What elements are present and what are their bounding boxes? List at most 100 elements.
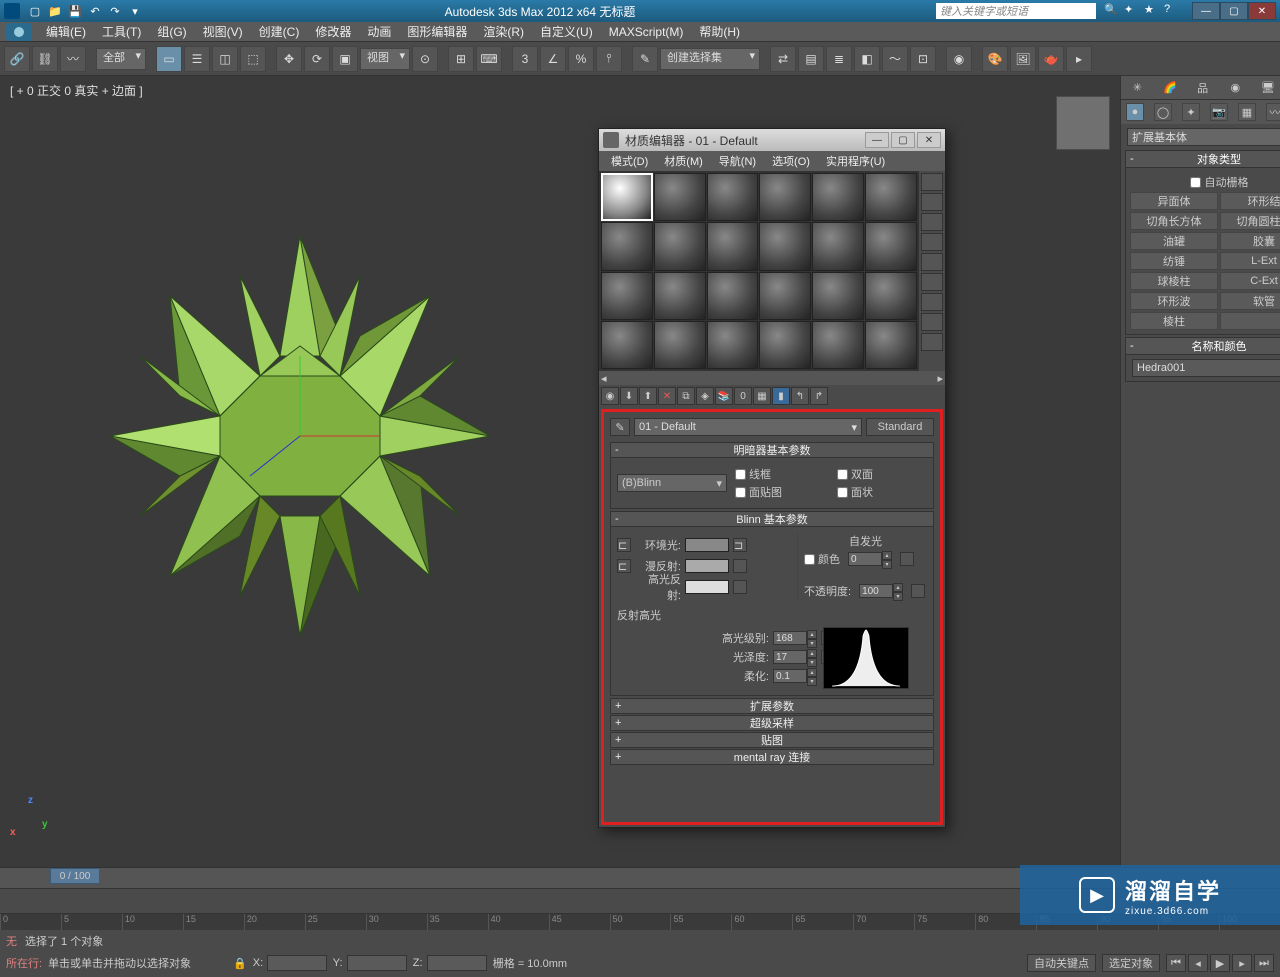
- close-button[interactable]: ✕: [1248, 2, 1276, 20]
- render-prod-icon[interactable]: ▸: [1066, 46, 1092, 72]
- favorites-icon[interactable]: ★: [1144, 3, 1160, 19]
- autogrid-checkbox[interactable]: [1190, 177, 1201, 188]
- rollout-supersampling[interactable]: +超级采样: [610, 715, 934, 731]
- menu-rendering[interactable]: 渲染(R): [475, 23, 532, 40]
- material-type-button[interactable]: Standard: [866, 418, 934, 436]
- facemap-checkbox[interactable]: [735, 487, 746, 498]
- material-slot-4[interactable]: [759, 173, 811, 221]
- schematic-view-icon[interactable]: ⊡: [910, 46, 936, 72]
- mat-map-nav-icon[interactable]: [921, 333, 943, 351]
- me-maximize-button[interactable]: ▢: [891, 132, 915, 148]
- viewport[interactable]: [ + 0 正交 0 真实 + 边面 ]: [0, 76, 1120, 867]
- material-slot-23[interactable]: [812, 321, 864, 369]
- move-icon[interactable]: ✥: [276, 46, 302, 72]
- menu-animation[interactable]: 动画: [359, 23, 399, 40]
- two-sided-checkbox[interactable]: [837, 469, 848, 480]
- sample-scrollbar[interactable]: ◂▸: [599, 371, 945, 385]
- menu-customize[interactable]: 自定义(U): [532, 23, 601, 40]
- bind-spacewarp-icon[interactable]: 〰: [60, 46, 86, 72]
- object-name-input[interactable]: [1132, 359, 1280, 377]
- curve-editor-icon[interactable]: 〜: [882, 46, 908, 72]
- keyboard-shortcut-icon[interactable]: ⌨: [476, 46, 502, 72]
- primitive-capsule[interactable]: 胶囊: [1220, 232, 1280, 250]
- material-slot-1[interactable]: [601, 173, 653, 221]
- rollout-extended-params[interactable]: +扩展参数: [610, 698, 934, 714]
- glossiness-spinner[interactable]: [773, 650, 807, 664]
- menu-help[interactable]: 帮助(H): [691, 23, 748, 40]
- search-icon[interactable]: 🔍: [1104, 3, 1120, 19]
- select-manipulate-icon[interactable]: ⊞: [448, 46, 474, 72]
- make-unique-icon[interactable]: ◈: [696, 387, 714, 405]
- material-editor-icon[interactable]: ◉: [946, 46, 972, 72]
- menu-create[interactable]: 创建(C): [251, 23, 308, 40]
- material-slot-18[interactable]: [865, 272, 917, 320]
- motion-tab-icon[interactable]: ◉: [1226, 79, 1244, 97]
- material-slot-17[interactable]: [812, 272, 864, 320]
- help-search-input[interactable]: 键入关键字或短语: [936, 3, 1096, 19]
- wire-checkbox[interactable]: [735, 469, 746, 480]
- material-slot-5[interactable]: [812, 173, 864, 221]
- backlight-icon[interactable]: [921, 193, 943, 211]
- primitive-torusknot[interactable]: 环形结: [1220, 192, 1280, 210]
- make-copy-icon[interactable]: ⧉: [677, 387, 695, 405]
- edit-named-sel-icon[interactable]: ✎: [632, 46, 658, 72]
- cameras-tab-icon[interactable]: 📷: [1210, 103, 1228, 121]
- viewport-object-hedra[interactable]: [80, 216, 520, 656]
- scale-icon[interactable]: ▣: [332, 46, 358, 72]
- soften-spinner[interactable]: [773, 669, 807, 683]
- align-icon[interactable]: ▤: [798, 46, 824, 72]
- spinner-down-icon[interactable]: ▾: [882, 560, 892, 569]
- new-icon[interactable]: ▢: [26, 3, 44, 19]
- hierarchy-tab-icon[interactable]: 品: [1194, 79, 1212, 97]
- qa-dropdown-icon[interactable]: ▾: [126, 3, 144, 19]
- menu-maxscript[interactable]: MAXScript(M): [601, 25, 692, 39]
- material-slot-20[interactable]: [654, 321, 706, 369]
- minimize-button[interactable]: —: [1192, 2, 1220, 20]
- selected-filter-button[interactable]: 选定对象: [1102, 954, 1160, 972]
- faceted-checkbox[interactable]: [837, 487, 848, 498]
- percent-snap-icon[interactable]: %: [568, 46, 594, 72]
- select-by-mat-icon[interactable]: [921, 313, 943, 331]
- put-to-library-icon[interactable]: 📚: [715, 387, 733, 405]
- undo-icon[interactable]: ↶: [86, 3, 104, 19]
- primitive-spindle[interactable]: 纺锤: [1130, 252, 1218, 270]
- me-close-button[interactable]: ✕: [917, 132, 941, 148]
- create-tab-icon[interactable]: ✳: [1128, 79, 1146, 97]
- specular-map-button[interactable]: [733, 580, 747, 594]
- primitive-hose[interactable]: 软管: [1220, 292, 1280, 310]
- diffuse-color-swatch[interactable]: [685, 559, 729, 573]
- material-slot-15[interactable]: [707, 272, 759, 320]
- coord-x-input[interactable]: [267, 955, 327, 971]
- time-slider-handle[interactable]: 0 / 100: [50, 868, 100, 884]
- diffuse-map-button[interactable]: [733, 559, 747, 573]
- selection-filter-select[interactable]: 全部: [96, 48, 146, 70]
- me-menu-options[interactable]: 选项(O): [764, 153, 818, 169]
- material-slot-19[interactable]: [601, 321, 653, 369]
- primitive-gengon[interactable]: 球棱柱: [1130, 272, 1218, 290]
- save-icon[interactable]: 💾: [66, 3, 84, 19]
- prev-frame-icon[interactable]: ◂: [1188, 954, 1208, 972]
- sample-type-icon[interactable]: [921, 173, 943, 191]
- ambient-diffuse-lock-icon[interactable]: ⊏: [617, 538, 631, 552]
- next-frame-icon[interactable]: ▸: [1232, 954, 1252, 972]
- background-icon[interactable]: [921, 213, 943, 231]
- primitive-oiltank[interactable]: 油罐: [1130, 232, 1218, 250]
- pick-material-icon[interactable]: ✎: [610, 418, 630, 436]
- render-frame-icon[interactable]: 🖼: [1010, 46, 1036, 72]
- me-menu-utilities[interactable]: 实用程序(U): [818, 153, 893, 169]
- graphite-icon[interactable]: ◧: [854, 46, 880, 72]
- app-menu-icon[interactable]: [6, 23, 32, 41]
- primitive-cext[interactable]: C-Ext: [1220, 272, 1280, 290]
- goto-end-icon[interactable]: ⏭: [1254, 954, 1274, 972]
- rotate-icon[interactable]: ⟳: [304, 46, 330, 72]
- layer-manager-icon[interactable]: ≣: [826, 46, 852, 72]
- get-material-icon[interactable]: ◉: [601, 387, 619, 405]
- rollout-name-color[interactable]: -名称和颜色: [1125, 337, 1280, 355]
- viewport-label[interactable]: [ + 0 正交 0 真实 + 边面 ]: [10, 82, 143, 99]
- primitive-lext[interactable]: L-Ext: [1220, 252, 1280, 270]
- material-slot-13[interactable]: [601, 272, 653, 320]
- menu-modifiers[interactable]: 修改器: [307, 23, 359, 40]
- shapes-tab-icon[interactable]: ◯: [1154, 103, 1172, 121]
- diffuse-spec-lock-icon[interactable]: ⊏: [617, 559, 631, 573]
- help-icon[interactable]: ?: [1164, 3, 1180, 19]
